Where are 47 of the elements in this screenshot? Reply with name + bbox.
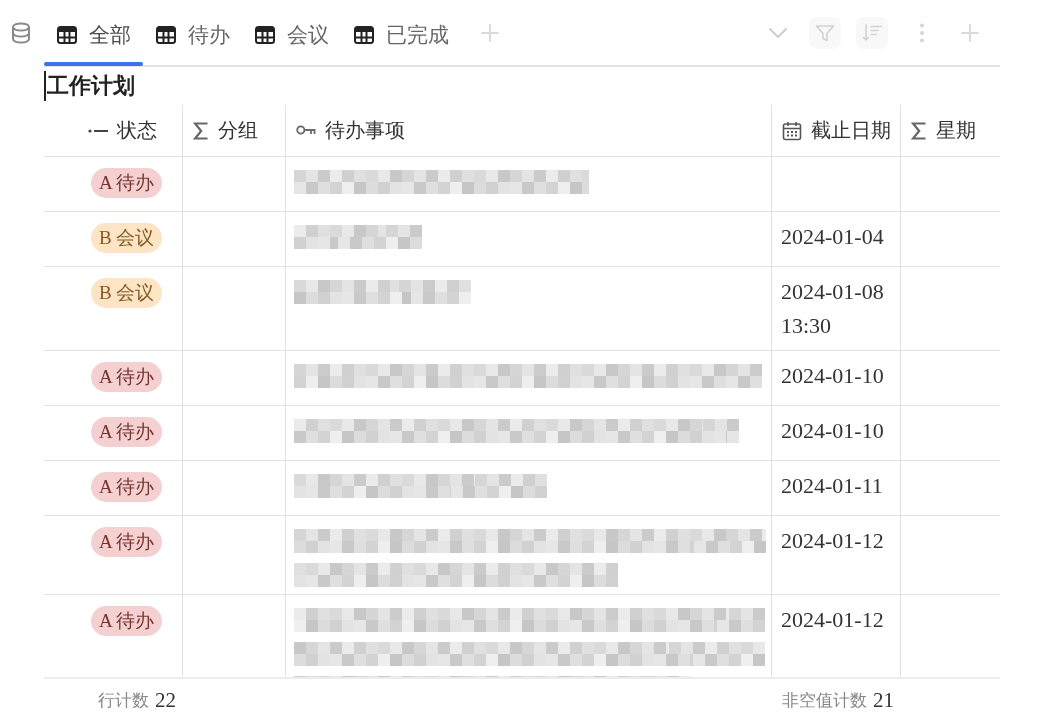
sort-button[interactable] (856, 16, 888, 49)
status-tag: B 会议 (91, 223, 163, 254)
row-count-label: 行计数 (98, 689, 149, 712)
status-tag: B 会议 (91, 278, 163, 309)
row-count-value: 22 (155, 687, 176, 713)
sigma-icon (193, 120, 209, 141)
view-tab[interactable]: 全部 (44, 0, 143, 65)
table-icon (354, 25, 374, 44)
calendar-icon (782, 120, 802, 141)
more-icon[interactable] (919, 22, 925, 43)
column-header[interactable]: 星期 (901, 105, 1000, 156)
status-tag: A 待办 (91, 362, 163, 393)
date-cell: 2024-01-10 (772, 351, 901, 405)
column-header[interactable]: 状态 (44, 105, 183, 156)
column-header[interactable]: 截止日期 (772, 105, 901, 156)
view-tab[interactable]: 已完成 (341, 0, 461, 65)
nonempty-count-label: 非空值计数 (782, 689, 867, 712)
view-tab[interactable]: 会议 (242, 0, 341, 65)
date-cell: 2024-01-12 (772, 516, 901, 594)
add-icon[interactable] (960, 22, 980, 43)
dot-dash-icon (88, 127, 108, 134)
nonempty-count-value: 21 (873, 687, 894, 713)
table-icon (255, 25, 275, 44)
status-tag: A 待办 (91, 472, 163, 503)
filter-button[interactable] (809, 16, 841, 49)
date-cell: 2024-01-04 (772, 212, 901, 266)
status-tag: A 待办 (91, 417, 163, 448)
chevron-down-icon[interactable] (768, 26, 788, 39)
table-icon (57, 25, 77, 44)
table-title: 工作计划 (46, 72, 135, 100)
status-tag: A 待办 (91, 527, 163, 558)
date-cell: 2024-01-10 (772, 406, 901, 460)
database-icon (11, 21, 31, 44)
date-cell: 2024-01-12 (772, 595, 901, 677)
view-tab[interactable]: 待办 (143, 0, 242, 65)
status-tag: A 待办 (91, 168, 163, 199)
date-cell: 2024-01-08 13:30 (772, 267, 901, 350)
table-icon (156, 25, 176, 44)
column-header[interactable]: 分组 (183, 105, 286, 156)
sort-icon (862, 22, 882, 43)
sigma-icon (911, 120, 927, 141)
status-tag: A 待办 (91, 606, 163, 637)
key-icon (296, 125, 316, 136)
filter-icon (815, 22, 835, 43)
column-header[interactable]: 待办事项 (286, 105, 772, 156)
add-icon[interactable] (480, 22, 500, 43)
date-cell: 2024-01-11 (772, 461, 901, 515)
